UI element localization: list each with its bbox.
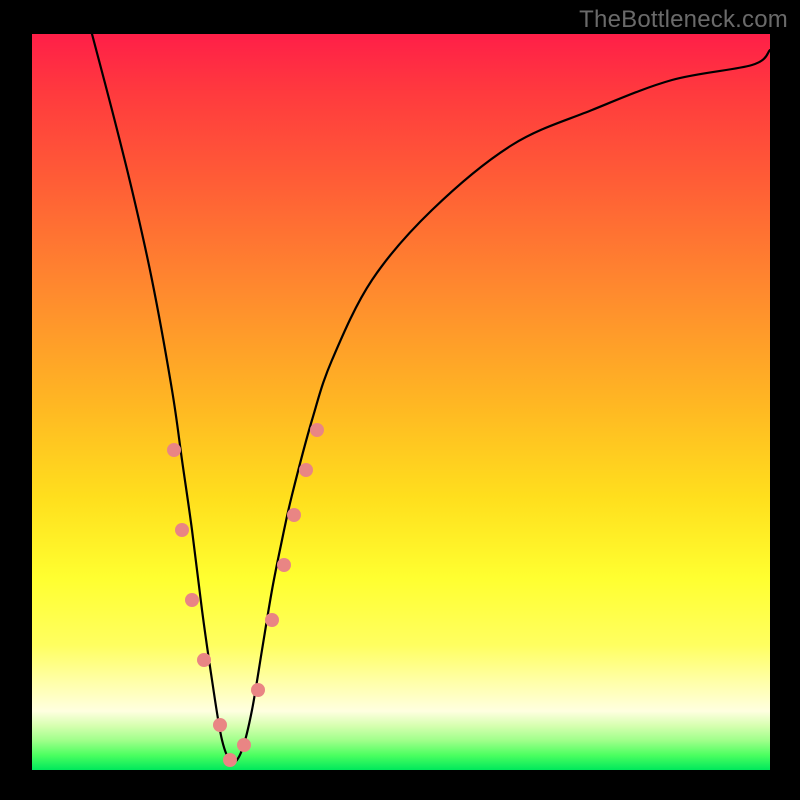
curve-pill-marker: [184, 510, 194, 580]
curve-dot-marker: [223, 753, 237, 767]
curve-dot-marker: [213, 718, 227, 732]
curve-dot-marker: [310, 423, 324, 437]
curve-dot-marker: [185, 593, 199, 607]
curve-dot-marker: [167, 443, 181, 457]
watermark-text: TheBottleneck.com: [579, 6, 788, 34]
bottleneck-curve-svg: [32, 34, 770, 770]
curve-dot-marker: [197, 653, 211, 667]
curve-dot-marker: [251, 683, 265, 697]
curve-dot-marker: [277, 558, 291, 572]
curve-dot-marker: [299, 463, 313, 477]
curve-dot-marker: [265, 613, 279, 627]
chart-frame: TheBottleneck.com: [0, 0, 800, 800]
curve-pill-marker: [172, 425, 182, 495]
curve-dot-marker: [287, 508, 301, 522]
bottleneck-curve-line: [92, 34, 770, 762]
curve-dot-marker: [175, 523, 189, 537]
curve-dot-marker: [237, 738, 251, 752]
curve-markers-group: [167, 423, 324, 767]
